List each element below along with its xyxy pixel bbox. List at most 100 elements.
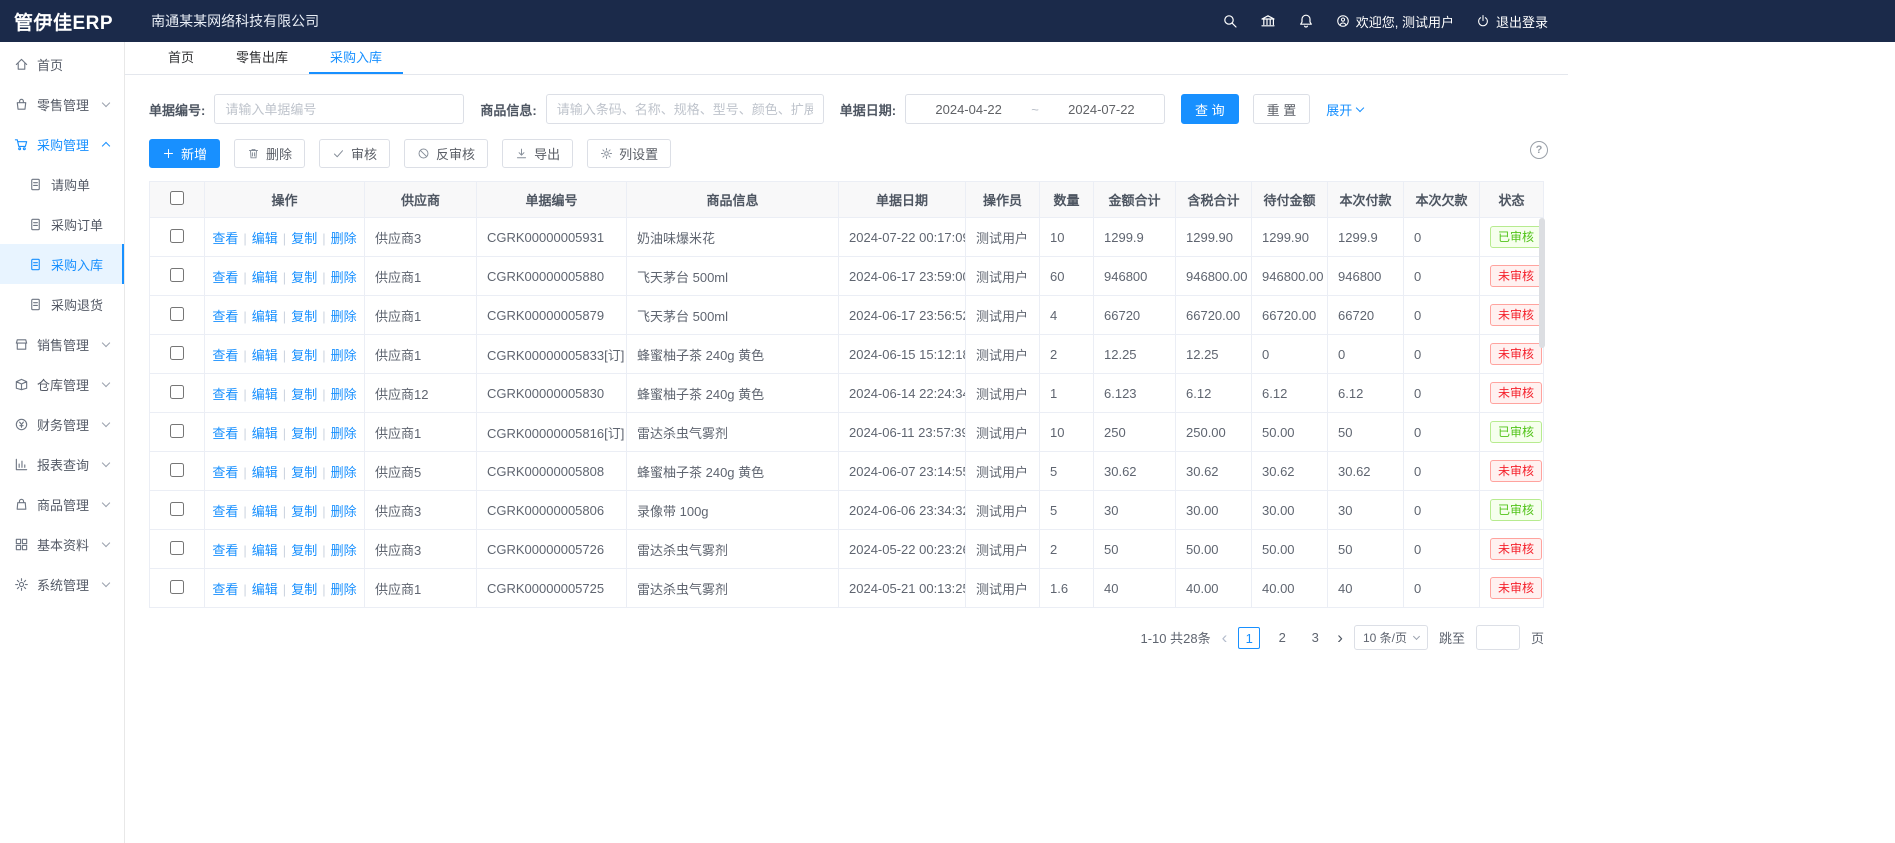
row-copy-link[interactable]: 复制 [291, 387, 317, 402]
row-copy-link[interactable]: 复制 [291, 543, 317, 558]
sidebar-item-purchase-return[interactable]: 采购退货 [0, 284, 124, 324]
page-number-3[interactable]: 3 [1304, 627, 1326, 649]
page-number-1[interactable]: 1 [1238, 627, 1260, 649]
row-edit-link[interactable]: 编辑 [252, 426, 278, 441]
row-copy-link[interactable]: 复制 [291, 426, 317, 441]
tab-home[interactable]: 首页 [147, 42, 215, 74]
row-edit-link[interactable]: 编辑 [252, 231, 278, 246]
row-edit-link[interactable]: 编辑 [252, 387, 278, 402]
prev-page-button[interactable]: ‹ [1222, 629, 1228, 646]
sidebar-item-purchase-inbound[interactable]: 采购入库 [0, 244, 124, 284]
scrollbar-thumb[interactable] [1539, 218, 1545, 348]
sidebar-item-purchase-request[interactable]: 请购单 [0, 164, 124, 204]
row-checkbox[interactable] [170, 541, 184, 555]
sidebar-item-purchase-order[interactable]: 采购订单 [0, 204, 124, 244]
row-checkbox[interactable] [170, 385, 184, 399]
doc-no-input[interactable] [214, 94, 464, 124]
row-edit-link[interactable]: 编辑 [252, 465, 278, 480]
sidebar-item-label: 系统管理 [37, 575, 89, 594]
help-icon[interactable]: ? [1530, 141, 1548, 159]
row-view-link[interactable]: 查看 [212, 504, 238, 519]
row-view-link[interactable]: 查看 [212, 309, 238, 324]
tab-purchase-inbound[interactable]: 采购入库 [309, 42, 403, 74]
row-copy-link[interactable]: 复制 [291, 309, 317, 324]
audit-button[interactable]: 审核 [319, 139, 390, 168]
row-delete-link[interactable]: 删除 [331, 309, 357, 324]
action-separator: | [283, 270, 286, 285]
sidebar-item-home[interactable]: 首页 [0, 44, 124, 84]
row-view-link[interactable]: 查看 [212, 348, 238, 363]
date-range-picker[interactable]: 2024-04-22 ~ 2024-07-22 [905, 94, 1165, 124]
reset-button[interactable]: 重 置 [1253, 94, 1311, 124]
sidebar-item-finance-mgmt[interactable]: 财务管理 [0, 404, 124, 444]
logout-button[interactable]: 退出登录 [1476, 12, 1548, 31]
row-checkbox[interactable] [170, 229, 184, 243]
row-view-link[interactable]: 查看 [212, 465, 238, 480]
row-delete-link[interactable]: 删除 [331, 270, 357, 285]
row-copy-link[interactable]: 复制 [291, 231, 317, 246]
add-button[interactable]: 新增 [149, 139, 220, 168]
row-view-link[interactable]: 查看 [212, 231, 238, 246]
row-edit-link[interactable]: 编辑 [252, 270, 278, 285]
row-delete-link[interactable]: 删除 [331, 543, 357, 558]
page-number-2[interactable]: 2 [1271, 627, 1293, 649]
search-icon[interactable] [1222, 13, 1238, 29]
bank-icon[interactable] [1260, 13, 1276, 29]
row-copy-link[interactable]: 复制 [291, 348, 317, 363]
row-checkbox[interactable] [170, 580, 184, 594]
cell-actions: 查看|编辑|复制|删除 [205, 257, 365, 296]
select-all-checkbox[interactable] [170, 191, 184, 205]
bell-icon[interactable] [1298, 13, 1314, 29]
sidebar-item-goods-mgmt[interactable]: 商品管理 [0, 484, 124, 524]
row-delete-link[interactable]: 删除 [331, 465, 357, 480]
row-copy-link[interactable]: 复制 [291, 465, 317, 480]
row-copy-link[interactable]: 复制 [291, 504, 317, 519]
column-settings-button[interactable]: 列设置 [587, 139, 671, 168]
product-info-input[interactable] [546, 94, 824, 124]
unaudit-button[interactable]: 反审核 [404, 139, 488, 168]
row-edit-link[interactable]: 编辑 [252, 504, 278, 519]
row-checkbox[interactable] [170, 502, 184, 516]
row-copy-link[interactable]: 复制 [291, 582, 317, 597]
row-edit-link[interactable]: 编辑 [252, 543, 278, 558]
delete-button[interactable]: 删除 [234, 139, 305, 168]
app-logo: 管伊佳ERP [14, 8, 113, 35]
row-edit-link[interactable]: 编辑 [252, 348, 278, 363]
row-checkbox[interactable] [170, 463, 184, 477]
row-view-link[interactable]: 查看 [212, 270, 238, 285]
row-delete-link[interactable]: 删除 [331, 582, 357, 597]
jump-page-input[interactable] [1476, 625, 1520, 650]
export-button[interactable]: 导出 [502, 139, 573, 168]
sidebar-item-sales-mgmt[interactable]: 销售管理 [0, 324, 124, 364]
row-edit-link[interactable]: 编辑 [252, 309, 278, 324]
row-view-link[interactable]: 查看 [212, 387, 238, 402]
row-delete-link[interactable]: 删除 [331, 426, 357, 441]
sidebar-item-report-query[interactable]: 报表查询 [0, 444, 124, 484]
row-delete-link[interactable]: 删除 [331, 504, 357, 519]
row-checkbox[interactable] [170, 346, 184, 360]
sidebar-item-warehouse-mgmt[interactable]: 仓库管理 [0, 364, 124, 404]
search-button[interactable]: 查 询 [1181, 94, 1239, 124]
row-checkbox[interactable] [170, 268, 184, 282]
sidebar-item-purchase-mgmt[interactable]: 采购管理 [0, 124, 124, 164]
row-edit-link[interactable]: 编辑 [252, 582, 278, 597]
row-view-link[interactable]: 查看 [212, 543, 238, 558]
sidebar-item-retail-mgmt[interactable]: 零售管理 [0, 84, 124, 124]
row-delete-link[interactable]: 删除 [331, 387, 357, 402]
page-size-select[interactable]: 10 条/页 [1354, 625, 1428, 650]
table-scrollbar[interactable] [1539, 218, 1545, 606]
row-checkbox[interactable] [170, 307, 184, 321]
expand-filters-link[interactable]: 展开 [1326, 100, 1363, 119]
row-delete-link[interactable]: 删除 [331, 231, 357, 246]
row-view-link[interactable]: 查看 [212, 582, 238, 597]
row-checkbox[interactable] [170, 424, 184, 438]
sidebar: 首页 零售管理 采购管理 请购单 采购订单 采购入库 采购退货 [0, 42, 125, 843]
sidebar-item-system-mgmt[interactable]: 系统管理 [0, 564, 124, 604]
row-copy-link[interactable]: 复制 [291, 270, 317, 285]
tab-retail-outbound[interactable]: 零售出库 [215, 42, 309, 74]
row-view-link[interactable]: 查看 [212, 426, 238, 441]
welcome-user[interactable]: 欢迎您, 测试用户 [1336, 12, 1454, 31]
next-page-button[interactable]: › [1337, 629, 1343, 646]
row-delete-link[interactable]: 删除 [331, 348, 357, 363]
sidebar-item-base-data[interactable]: 基本资料 [0, 524, 124, 564]
